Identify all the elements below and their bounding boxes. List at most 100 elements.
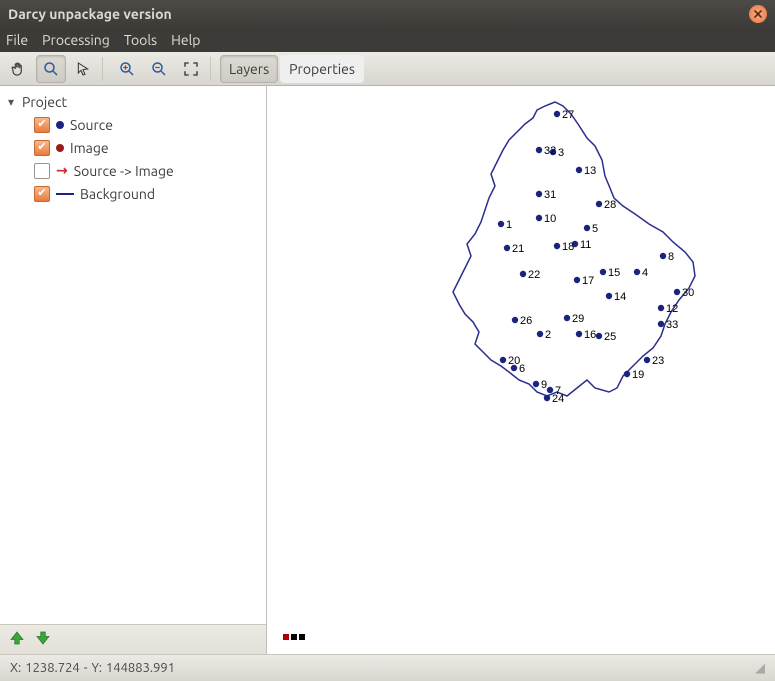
map-point-label: 33 <box>666 319 678 331</box>
map-point[interactable] <box>600 269 606 275</box>
layer-item-source[interactable]: Source <box>34 113 260 136</box>
map-point[interactable] <box>533 381 539 387</box>
cursor-icon[interactable] <box>68 55 98 83</box>
map-point[interactable] <box>574 277 580 283</box>
map-point-label: 16 <box>584 329 596 341</box>
menu-processing[interactable]: Processing <box>42 32 110 48</box>
layer-label: Source <box>70 117 113 133</box>
map-point[interactable] <box>564 315 570 321</box>
map-point[interactable] <box>584 225 590 231</box>
move-up-icon[interactable] <box>8 629 26 651</box>
layer-item-background[interactable]: Background <box>34 182 260 205</box>
map-point[interactable] <box>576 167 582 173</box>
disclosure-icon[interactable]: ▾ <box>6 95 16 109</box>
map-point-label: 14 <box>614 291 626 303</box>
line-icon <box>56 193 74 195</box>
map-point-label: 28 <box>604 199 616 211</box>
resize-grip-icon[interactable]: ◢ <box>755 661 765 676</box>
checkbox-background[interactable] <box>34 186 50 202</box>
map-point[interactable] <box>658 305 664 311</box>
content: ▾ Project Source Image → Source -> Image <box>0 86 775 654</box>
checkbox-source-to-image[interactable] <box>34 163 50 179</box>
map-point-label: 32 <box>544 145 556 157</box>
menu-tools[interactable]: Tools <box>124 32 157 48</box>
map-point-label: 22 <box>528 269 540 281</box>
layer-label: Image <box>70 140 109 156</box>
layer-item-image[interactable]: Image <box>34 136 260 159</box>
map-point-label: 13 <box>584 165 596 177</box>
project-label: Project <box>22 94 67 110</box>
tree-root[interactable]: ▾ Project <box>6 90 260 113</box>
map-point-label: 20 <box>508 355 520 367</box>
map-point-label: 3 <box>558 147 564 159</box>
map-point[interactable] <box>624 371 630 377</box>
layer-label: Background <box>80 186 155 202</box>
map-point[interactable] <box>674 289 680 295</box>
separator <box>210 57 216 81</box>
map-point-label: 18 <box>562 241 574 253</box>
map-point[interactable] <box>537 331 543 337</box>
map-point-label: 23 <box>652 355 664 367</box>
map-point-label: 2 <box>545 329 551 341</box>
close-icon[interactable] <box>749 5 767 23</box>
map-point-label: 30 <box>682 287 694 299</box>
map-point[interactable] <box>498 221 504 227</box>
canvas-indicator <box>283 634 305 640</box>
toolbar: Layers Properties <box>0 52 775 86</box>
map-point[interactable] <box>536 191 542 197</box>
checkbox-image[interactable] <box>34 140 50 156</box>
map-point-label: 5 <box>592 223 598 235</box>
map-point[interactable] <box>554 243 560 249</box>
zoom-extents-icon[interactable] <box>176 55 206 83</box>
zoom-icon[interactable] <box>36 55 66 83</box>
map-point[interactable] <box>658 321 664 327</box>
layers-panel: ▾ Project Source Image → Source -> Image <box>0 86 267 654</box>
map-point[interactable] <box>660 253 666 259</box>
menu-file[interactable]: File <box>6 32 28 48</box>
hand-pan-icon[interactable] <box>4 55 34 83</box>
map-point-label: 11 <box>580 239 591 251</box>
move-down-icon[interactable] <box>34 629 52 651</box>
map-point-label: 10 <box>544 213 556 225</box>
status-x-label: X: <box>10 661 21 675</box>
map-point[interactable] <box>576 331 582 337</box>
properties-toggle-button[interactable]: Properties <box>280 55 364 83</box>
map-point[interactable] <box>606 293 612 299</box>
titlebar: Darcy unpackage version <box>0 0 775 28</box>
map-point[interactable] <box>504 245 510 251</box>
layer-tree: ▾ Project Source Image → Source -> Image <box>0 86 266 624</box>
map-point-label: 21 <box>512 243 524 255</box>
dot-icon <box>56 121 64 129</box>
layer-item-source-to-image[interactable]: → Source -> Image <box>34 159 260 182</box>
status-y-label: Y: <box>92 661 102 675</box>
menu-help[interactable]: Help <box>171 32 200 48</box>
map-canvas[interactable]: 1234567891011121314151617181920212223242… <box>267 86 775 654</box>
map-point-label: 29 <box>572 313 584 325</box>
indicator-red-icon <box>283 634 289 640</box>
map-point[interactable] <box>596 201 602 207</box>
map-point-label: 17 <box>582 275 594 287</box>
status-sep: - <box>84 661 88 675</box>
map-point-label: 12 <box>666 303 678 315</box>
map-point[interactable] <box>554 111 560 117</box>
map-point[interactable] <box>536 147 542 153</box>
map-point[interactable] <box>536 215 542 221</box>
map-point[interactable] <box>634 269 640 275</box>
map-point[interactable] <box>520 271 526 277</box>
menubar: File Processing Tools Help <box>0 28 775 52</box>
map-point[interactable] <box>512 317 518 323</box>
arrow-icon: → <box>56 162 68 179</box>
layers-toggle-button[interactable]: Layers <box>220 55 278 83</box>
map-point[interactable] <box>544 395 550 401</box>
indicator-black-icon <box>299 634 305 640</box>
map-point[interactable] <box>644 357 650 363</box>
statusbar: X: 1238.724 - Y: 144883.991 ◢ <box>0 654 775 681</box>
map-point[interactable] <box>596 333 602 339</box>
map-point[interactable] <box>500 357 506 363</box>
window-title: Darcy unpackage version <box>8 6 172 22</box>
zoom-in-icon[interactable] <box>112 55 142 83</box>
map-point-label: 24 <box>552 393 564 405</box>
checkbox-source[interactable] <box>34 117 50 133</box>
zoom-out-icon[interactable] <box>144 55 174 83</box>
map-point-label: 27 <box>562 109 574 121</box>
